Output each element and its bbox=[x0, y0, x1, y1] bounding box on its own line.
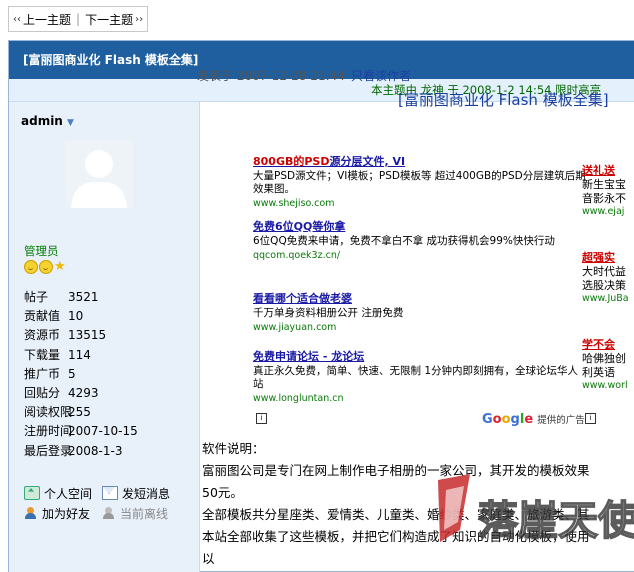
dropdown-caret-icon[interactable]: ▼ bbox=[67, 118, 74, 128]
google-ads-label[interactable]: Google 提供的广告 bbox=[482, 412, 585, 427]
post-body: 软件说明： 富丽图公司是专门在网上制作电子相册的一家公司，其开发的模板效果 50… bbox=[202, 438, 634, 570]
home-icon bbox=[24, 486, 40, 500]
ad-desc: 千万单身资料相册公开 注册免费 bbox=[253, 307, 404, 319]
post-date: 发表于 2007-12-28 21:44 bbox=[197, 69, 345, 83]
add-user-icon bbox=[24, 507, 38, 519]
post-line: 软件说明： bbox=[202, 441, 265, 456]
side-ad[interactable]: 送礼送 新生宝宝 音影永不 www.ejaj bbox=[582, 162, 634, 217]
ad-url[interactable]: www.longluntan.cn bbox=[253, 393, 588, 404]
ad-url[interactable]: www.jiayuan.com bbox=[253, 322, 588, 333]
only-author-link[interactable]: 只看该作者 bbox=[351, 69, 411, 83]
side-ad[interactable]: 超强实 大时代益 选股决策 www.JuBa bbox=[582, 249, 634, 304]
prev-arrow-icon: ‹‹ bbox=[13, 13, 21, 25]
ad-block[interactable]: 免费申请论坛 - 龙论坛 真正永久免费，简单、快速、无限制 1分钟内即刻拥有，全… bbox=[253, 348, 588, 404]
avatar bbox=[65, 140, 133, 208]
stat-row: 下载量 114 bbox=[24, 347, 91, 362]
stat-row: 阅读权限 255 bbox=[24, 405, 91, 420]
next-arrow-icon: ›› bbox=[135, 13, 144, 25]
ad-desc: 真正永久免费，简单、快速、无限制 1分钟内即刻拥有，全球论坛华人站 bbox=[253, 365, 579, 390]
post-meta: 发表于 2007-12-28 21:44 只看该作者 bbox=[197, 67, 411, 84]
post-line: 富丽图公司是专门在网上制作电子相册的一家公司，其开发的模板效果 bbox=[202, 463, 590, 478]
nav-divider: | bbox=[76, 12, 81, 26]
ad-block[interactable]: 看看哪个适合做老婆 千万单身资料相册公开 注册免费 www.jiayuan.co… bbox=[253, 290, 588, 333]
thread-nav: ‹‹ 上一主题 | 下一主题 ›› bbox=[8, 6, 149, 32]
smiley-icon bbox=[39, 260, 53, 274]
mail-icon bbox=[102, 486, 118, 500]
user-stats: 帖子 3521 贡献值 10 资源币 13515 下载量 114 推广币 5 回贴分 429… bbox=[24, 288, 138, 461]
ad-url[interactable]: www.shejiso.com bbox=[253, 198, 588, 209]
rank-stars: ★ bbox=[24, 260, 66, 274]
post-line: 以 bbox=[202, 551, 215, 566]
stat-row: 贡献值 10 bbox=[24, 309, 84, 324]
ad-title[interactable]: 800GB的PSD源分层文件, VI bbox=[253, 153, 588, 169]
stat-row: 帖子 3521 bbox=[24, 290, 99, 304]
ad-heading: [富丽图商业化 Flash 模板全集] bbox=[398, 91, 609, 109]
stat-row: 回贴分 4293 bbox=[24, 385, 99, 400]
ad-info-icon[interactable]: i bbox=[585, 413, 596, 424]
post-line: 本站全部收集了这些模板，并把它们构造成了知识的自动化模板，使用 bbox=[202, 529, 590, 544]
stat-row: 最后登录 2008-1-3 bbox=[24, 443, 123, 458]
offline-user-icon bbox=[102, 507, 116, 519]
star-icon: ★ bbox=[54, 259, 66, 274]
send-message-link[interactable]: 发短消息 bbox=[102, 485, 180, 502]
post-line: 全部模板共分星座类、爱情类、儿童类、婚纱类、家庭类、旅游类、其 bbox=[202, 507, 590, 522]
personal-space-link[interactable]: 个人空间 bbox=[24, 485, 102, 502]
smiley-icon bbox=[24, 260, 38, 274]
user-actions: 个人空间 发短消息 加为好友 当前离线 bbox=[24, 483, 180, 523]
ad-title[interactable]: 免费6位QQ等你拿 bbox=[253, 218, 588, 234]
stat-row: 推广币 5 bbox=[24, 366, 76, 381]
stat-row: 资源币 13515 bbox=[24, 328, 107, 343]
user-role: 管理员 bbox=[24, 244, 59, 258]
ad-title[interactable]: 免费申请论坛 - 龙论坛 bbox=[253, 348, 588, 364]
add-friend-link[interactable]: 加为好友 bbox=[24, 505, 102, 522]
ad-title[interactable]: 看看哪个适合做老婆 bbox=[253, 290, 588, 306]
stat-row: 注册时间 2007-10-15 bbox=[24, 424, 138, 439]
ad-url[interactable]: qqcom.qoek3z.cn/ bbox=[253, 250, 588, 261]
side-ad[interactable]: 学不会 哈佛独创 利英语 www.worl bbox=[582, 336, 634, 391]
username[interactable]: admin ▼ bbox=[21, 114, 74, 128]
ad-desc: 6位QQ免费来申请，免费不拿白不拿 成功获得机会99%快快行动 bbox=[253, 235, 555, 247]
ad-info-icon[interactable]: i bbox=[256, 413, 267, 424]
online-status: 当前离线 bbox=[102, 505, 180, 522]
ad-block[interactable]: 免费6位QQ等你拿 6位QQ免费来申请，免费不拿白不拿 成功获得机会99%快快行… bbox=[253, 218, 588, 261]
author-sidebar: admin ▼ 管理员 ★ 帖子 3521 贡献值 10 资源币 13515 下载量 1… bbox=[9, 102, 200, 572]
ad-block[interactable]: 800GB的PSD源分层文件, VI 大量PSD源文件；VI模板；PSD模板等 … bbox=[253, 153, 588, 209]
ad-desc: 大量PSD源文件；VI模板；PSD模板等 超过400GB的PSD分层建筑后期效果… bbox=[253, 170, 586, 195]
post-line: 50元。 bbox=[202, 485, 243, 500]
next-thread-link[interactable]: 下一主题 bbox=[83, 11, 135, 28]
prev-thread-link[interactable]: 上一主题 bbox=[21, 11, 73, 28]
